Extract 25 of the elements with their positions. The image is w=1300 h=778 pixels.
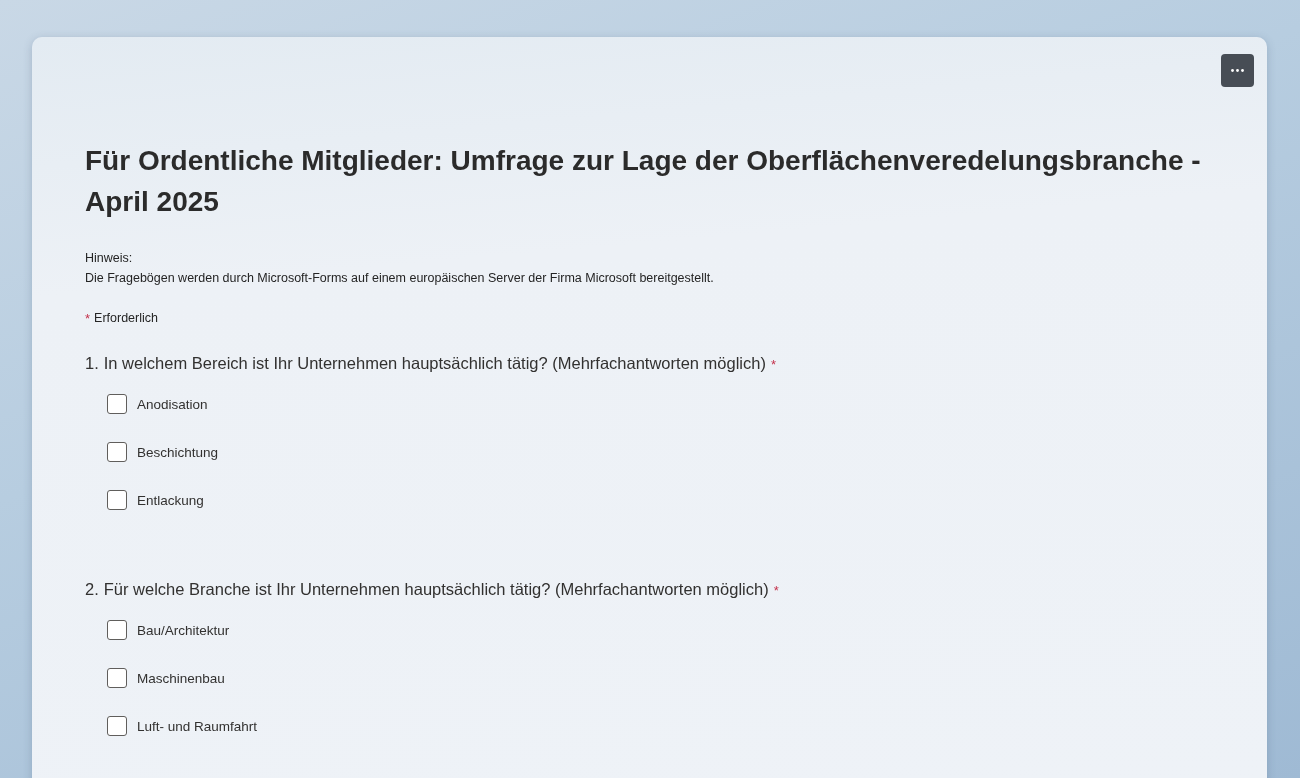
checkbox[interactable] <box>107 442 127 462</box>
checkbox[interactable] <box>107 490 127 510</box>
question-text: Für welche Branche ist Ihr Unternehmen hauptsächlich tätig? (Mehrfachantworten möglich) <box>103 580 769 599</box>
question-text: In welchem Bereich ist Ihr Unternehmen hauptsächlich tätig? (Mehrfachantworten möglich) <box>103 354 766 373</box>
required-asterisk: * <box>85 310 91 326</box>
checkbox[interactable] <box>107 620 127 640</box>
required-asterisk: * <box>770 357 776 372</box>
checkbox[interactable] <box>107 394 127 414</box>
option-label: Beschichtung <box>137 444 219 460</box>
option-label: Entlackung <box>137 492 204 508</box>
form-title: Für Ordentliche Mitglieder: Umfrage zur Lage der Oberflächenveredelungsbranche - April 2025 <box>85 144 1202 219</box>
option-label: Anodisation <box>137 396 208 412</box>
required-asterisk: * <box>773 583 779 598</box>
checkbox[interactable] <box>107 716 127 736</box>
option-label: Bau/Architektur <box>137 622 230 638</box>
question-number: 1. <box>85 354 99 373</box>
more-button[interactable] <box>1221 54 1254 87</box>
notice-label: Hinweis: <box>85 250 134 267</box>
option-label: Maschinenbau <box>137 670 225 686</box>
required-legend: Erforderlich <box>94 308 158 328</box>
notice-text: Die Fragebögen werden durch Microsoft-Forms auf einem europäischen Server der Firma Microsoft bereitgestellt. <box>85 270 715 287</box>
more-icon <box>1231 69 1244 72</box>
question-number: 2. <box>85 580 99 599</box>
option-label: Luft- und Raumfahrt <box>137 718 258 734</box>
checkbox[interactable] <box>107 668 127 688</box>
